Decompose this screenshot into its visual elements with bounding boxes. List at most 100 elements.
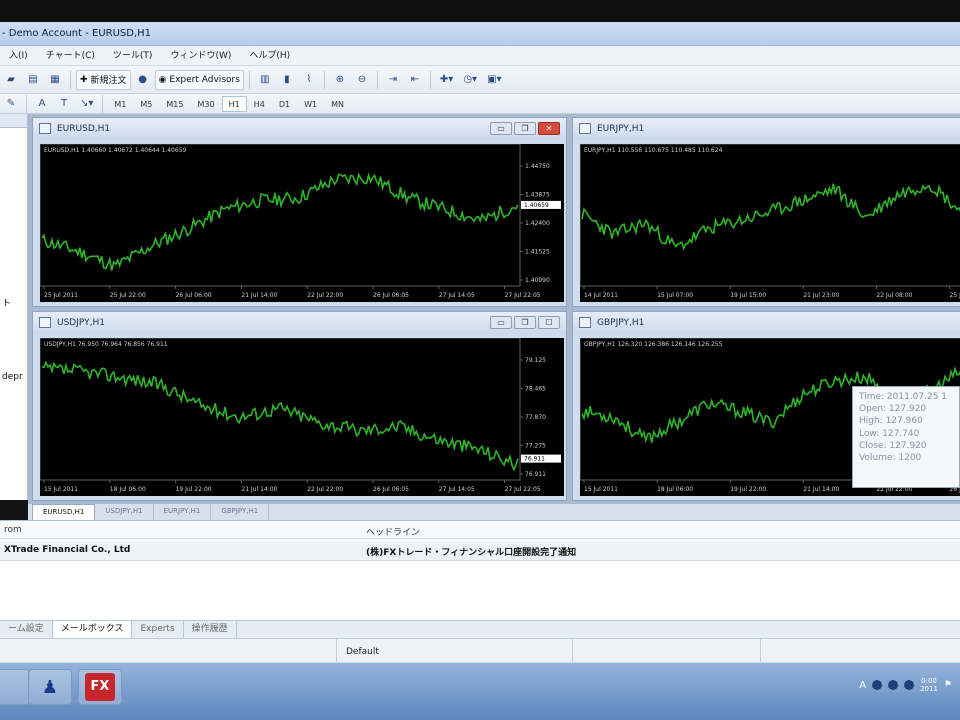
- y-tick-label: 76.911: [525, 471, 546, 478]
- new-order-button[interactable]: ✚ 新規注文: [76, 69, 131, 90]
- clock-time: 0:00: [921, 677, 937, 685]
- tray-flag-icon[interactable]: ⚑: [944, 680, 952, 690]
- x-tick-label: 19 Jul 15:00: [730, 292, 766, 299]
- x-tick-label: 15 Jul 2011: [44, 486, 78, 493]
- navigator-icon[interactable]: ▦: [45, 70, 65, 90]
- current-price-label: 1.40659: [524, 202, 549, 209]
- column-from[interactable]: rom: [4, 525, 22, 535]
- periods-clock-icon[interactable]: ◷▾: [459, 70, 481, 90]
- tray-clock[interactable]: 0:00 2011: [920, 677, 938, 693]
- market-watch-icon[interactable]: ▤: [23, 70, 43, 90]
- chart-plot-usdjpy[interactable]: USDJPY,H1 76.950 76.964 76.856 76.911 79…: [40, 338, 564, 496]
- x-tick-label: 22 Jul 08:00: [876, 292, 912, 299]
- left-panel-header: [0, 114, 27, 128]
- templates-icon[interactable]: ▣▾: [483, 70, 505, 90]
- status-divider: [336, 639, 337, 663]
- text-label-icon[interactable]: T: [54, 94, 74, 114]
- auto-scroll-icon[interactable]: ⇥: [383, 70, 403, 90]
- menu-bar: 入(I) チャート(C) ツール(T) ウィンドウ(W) ヘルプ(H): [0, 46, 960, 66]
- restore-button[interactable]: ❐: [514, 316, 536, 329]
- chart-plot-eurjpy[interactable]: EURJPY,H1 110.556 110.675 110.485 110.62…: [580, 144, 960, 302]
- tooltip-low: Low: 127.740: [859, 428, 920, 439]
- menu-item-insert[interactable]: 入(I): [0, 46, 37, 65]
- tray-volume-icon[interactable]: [888, 680, 899, 690]
- chart-window-usdjpy[interactable]: USDJPY,H1 ▭ ❐ ☐ USDJPY,H1 76.950 76.964 …: [32, 311, 567, 501]
- timeframe-d1[interactable]: D1: [272, 96, 297, 112]
- y-tick-label: 78.465: [525, 386, 546, 393]
- left-panel-item[interactable]: depr: [2, 372, 23, 382]
- timeframe-h1[interactable]: H1: [221, 95, 247, 112]
- timeframe-w1[interactable]: W1: [297, 96, 324, 112]
- expert-advisors-icon: ◉: [158, 74, 167, 85]
- arrows-tool-icon[interactable]: ↘▾: [76, 94, 97, 114]
- x-tick-label: 25 Jul 22:00: [110, 292, 146, 299]
- timeframe-m30[interactable]: M30: [191, 96, 222, 112]
- restore-button[interactable]: ❐: [514, 122, 536, 135]
- timeframe-h4[interactable]: H4: [247, 96, 272, 112]
- x-tick-label: 15 Jul 2011: [584, 486, 618, 493]
- minimize-button[interactable]: ▭: [490, 122, 512, 135]
- chart-shift-icon[interactable]: ⇤: [405, 70, 425, 90]
- app-screen: - Demo Account - EURUSD,H1 入(I) チャート(C) …: [0, 0, 960, 720]
- timeframe-m1[interactable]: M1: [107, 96, 133, 112]
- chart-window-eurusd[interactable]: EURUSD,H1 ▭ ❐ ✕ EURUSD,H1 1.40660 1.4067…: [32, 117, 567, 307]
- menu-item-window[interactable]: ウィンドウ(W): [161, 46, 240, 65]
- timeframe-m15[interactable]: M15: [159, 96, 190, 112]
- maximize-button[interactable]: ☐: [538, 316, 560, 329]
- timeframe-mn[interactable]: MN: [324, 96, 351, 112]
- toolbar-separator: [376, 70, 378, 89]
- taskbar-fx-app[interactable]: FX: [78, 669, 122, 705]
- mail-row[interactable]: XTrade Financial Co., Ltd (株)FXトレード・フィナン…: [0, 541, 960, 561]
- price-line: [581, 183, 960, 251]
- indicators-icon[interactable]: ✚▾: [436, 70, 457, 90]
- bar-chart-icon[interactable]: ▥: [255, 70, 275, 90]
- close-button[interactable]: ✕: [538, 122, 560, 135]
- column-headline[interactable]: ヘッドライン: [366, 525, 420, 538]
- network-app-icon: ♟: [41, 676, 59, 698]
- crosshair-icon[interactable]: ✎: [1, 94, 21, 114]
- x-tick-label: 21 Jul 14:00: [241, 292, 277, 299]
- zoom-in-icon[interactable]: ⊕: [330, 70, 350, 90]
- chart-window-eurjpy[interactable]: EURJPY,H1 EURJPY,H1 110.556 110.675 110.…: [572, 117, 960, 307]
- y-tick-label: 1.43875: [525, 192, 550, 199]
- taskbar: ♟ FX A 0:00 2011 ⚑: [0, 662, 960, 720]
- menu-item-help[interactable]: ヘルプ(H): [240, 46, 299, 65]
- candlestick-icon[interactable]: ▮: [277, 70, 297, 90]
- timeframe-m5[interactable]: M5: [133, 96, 159, 112]
- y-tick-label: 79.125: [525, 357, 546, 364]
- taskbar-network-app[interactable]: ♟: [28, 669, 72, 705]
- status-profile: Default: [346, 647, 379, 657]
- left-panel: ト depr: [0, 114, 28, 500]
- tab-experts[interactable]: Experts: [132, 621, 184, 638]
- x-tick-label: 21 Jul 14:00: [241, 486, 277, 493]
- tab-journal[interactable]: 操作履歴: [184, 621, 237, 638]
- chart-window-title: USDJPY,H1: [33, 312, 566, 334]
- text-tool-icon[interactable]: A: [32, 94, 52, 114]
- status-divider: [760, 639, 761, 663]
- toolbar-separator: [248, 70, 250, 89]
- line-chart-icon[interactable]: ⌇: [299, 70, 319, 90]
- terminal-mailbox: rom ヘッドライン XTrade Financial Co., Ltd (株)…: [0, 520, 960, 626]
- minimize-button[interactable]: ▭: [490, 316, 512, 329]
- x-tick-label: 15 Jul 07:00: [657, 292, 693, 299]
- tab-alerts[interactable]: ーム設定: [0, 621, 53, 638]
- tab-eurjpy[interactable]: EURJPY,H1: [154, 504, 212, 520]
- menu-item-tools[interactable]: ツール(T): [104, 46, 162, 65]
- zoom-out-icon[interactable]: ⊖: [352, 70, 372, 90]
- menu-item-chart[interactable]: チャート(C): [37, 46, 104, 65]
- terminal-tabs: ーム設定 メールボックス Experts 操作履歴: [0, 620, 960, 638]
- tab-usdjpy[interactable]: USDJPY,H1: [95, 504, 154, 520]
- expert-toggle-icon[interactable]: ●: [133, 70, 153, 90]
- expert-advisors-button[interactable]: ◉ Expert Advisors: [154, 69, 244, 90]
- tray-network-icon[interactable]: [872, 680, 883, 690]
- taskbar-start-stub[interactable]: [0, 669, 30, 705]
- tab-gbpjpy[interactable]: GBPJPY,H1: [211, 504, 270, 520]
- tab-mailbox[interactable]: メールボックス: [52, 621, 133, 638]
- fx-app-icon: FX: [85, 673, 115, 701]
- tray-security-icon[interactable]: [904, 680, 915, 690]
- tray-lang-icon[interactable]: A: [859, 680, 866, 691]
- chart-plot-eurusd[interactable]: EURUSD,H1 1.40660 1.40672 1.40644 1.4065…: [40, 144, 564, 302]
- mailbox-header: rom ヘッドライン: [0, 521, 960, 539]
- tab-eurusd[interactable]: EURUSD,H1: [32, 504, 96, 520]
- open-folder-icon[interactable]: ▰: [1, 70, 21, 90]
